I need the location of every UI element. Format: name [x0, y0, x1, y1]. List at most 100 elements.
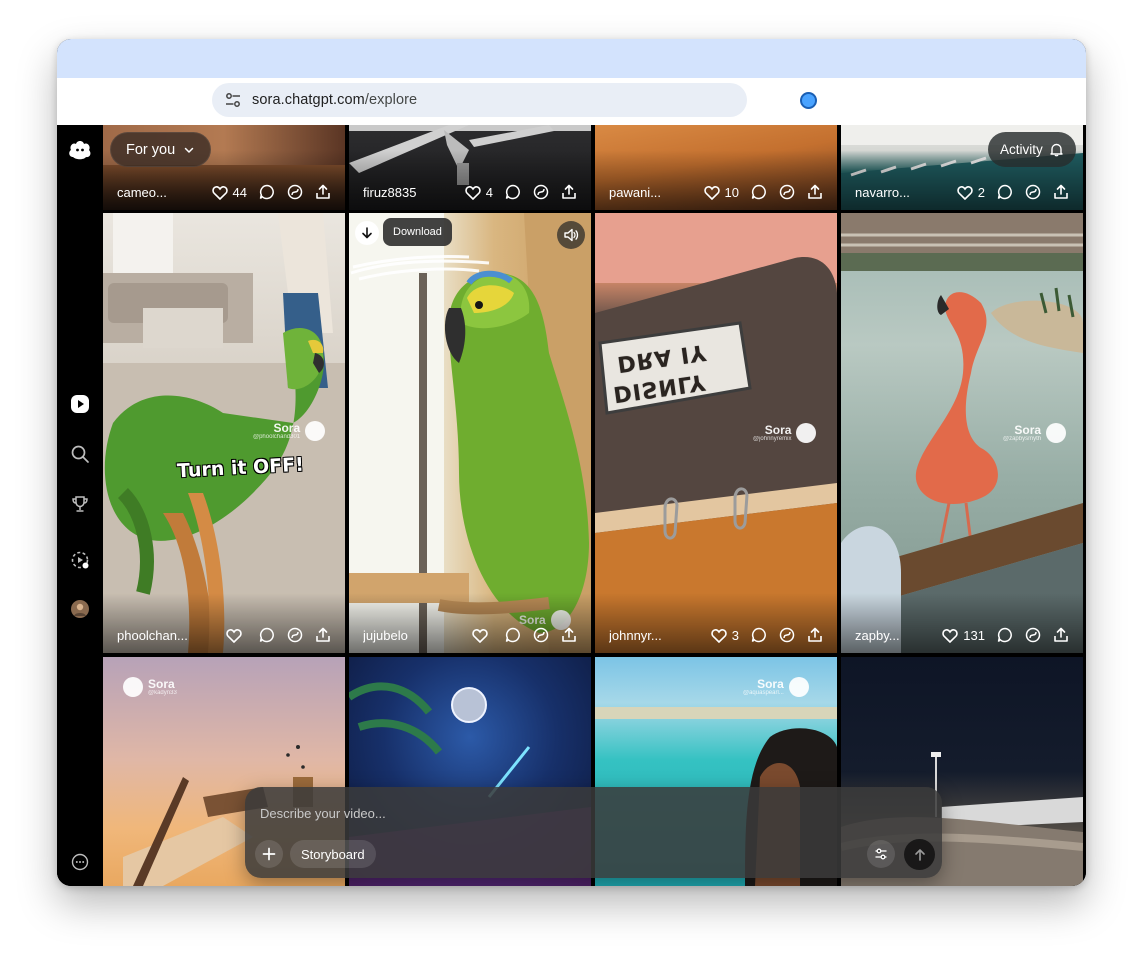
more-icon[interactable] — [68, 850, 92, 874]
share-button[interactable] — [315, 184, 331, 200]
heart-icon — [226, 628, 242, 643]
search-icon[interactable] — [68, 442, 92, 466]
sora-watermark: Sora @kadyn33 — [123, 677, 177, 697]
add-media-button[interactable] — [255, 840, 283, 868]
comment-button[interactable] — [997, 184, 1013, 200]
comment-icon — [505, 184, 520, 200]
comment-button[interactable] — [997, 627, 1013, 643]
heart-icon — [472, 628, 488, 643]
activity-button[interactable]: Activity — [988, 132, 1076, 167]
avatar[interactable] — [68, 597, 92, 621]
download-icon — [362, 227, 372, 239]
comment-icon — [505, 627, 520, 643]
share-icon — [316, 627, 330, 642]
like-button[interactable]: 2 — [957, 185, 985, 200]
tile-username[interactable]: navarro... — [855, 185, 957, 200]
url-text: sora.chatgpt.com/explore — [252, 92, 417, 108]
download-icon-button[interactable] — [355, 221, 379, 245]
storyboard-button[interactable]: Storyboard — [290, 840, 376, 868]
speaker-icon — [564, 228, 579, 242]
heart-icon — [703, 185, 720, 200]
share-button[interactable] — [807, 184, 823, 200]
browser-toolbar: sora.chatgpt.com/explore — [57, 78, 1086, 125]
comment-button[interactable] — [751, 184, 767, 200]
send-button[interactable] — [904, 839, 935, 870]
trophy-icon[interactable] — [68, 492, 92, 516]
comment-icon — [997, 627, 1012, 643]
comment-button[interactable] — [259, 184, 275, 200]
bell-icon — [1050, 143, 1063, 157]
remix-button[interactable] — [779, 627, 795, 643]
watermark-handle: @johnnyremix — [753, 436, 792, 442]
comment-icon — [997, 184, 1012, 200]
video-tile[interactable]: firuz8835 4 — [349, 125, 591, 210]
heart-icon — [957, 185, 973, 200]
share-icon — [1054, 184, 1068, 199]
like-button[interactable] — [472, 628, 493, 643]
explore-play-icon[interactable] — [68, 392, 92, 416]
remix-button[interactable] — [779, 184, 795, 200]
prompt-composer: Describe your video... Storyboard — [245, 787, 942, 878]
like-button[interactable]: 10 — [703, 184, 739, 200]
tile-username[interactable]: cameo... — [117, 185, 212, 200]
extension-icon[interactable] — [800, 92, 817, 109]
comment-button[interactable] — [505, 627, 521, 643]
mute-toggle[interactable] — [557, 221, 585, 249]
like-count: 2 — [977, 184, 985, 200]
like-button[interactable]: 3 — [711, 628, 739, 643]
video-tile[interactable]: Turn it OFF! Sora @phoolchand301 phoolcha… — [103, 213, 345, 653]
tile-meta: firuz8835 4 — [349, 174, 591, 210]
video-tile[interactable]: Sora @zapbysmyth zapby... 131 — [841, 213, 1083, 653]
share-button[interactable] — [561, 184, 577, 200]
tile-username[interactable]: pawani... — [609, 185, 704, 200]
share-button[interactable] — [1053, 184, 1069, 200]
tile-username[interactable]: firuz8835 — [363, 185, 465, 200]
like-button[interactable]: 44 — [211, 185, 247, 200]
like-button[interactable]: 4 — [465, 185, 493, 200]
heart-icon — [711, 628, 727, 643]
comment-icon — [751, 184, 766, 200]
remix-button[interactable] — [1025, 627, 1041, 643]
comment-button[interactable] — [505, 184, 521, 200]
tile-meta: pawani... 10 — [595, 174, 837, 210]
remix-icon — [533, 627, 549, 643]
comment-button[interactable] — [259, 627, 275, 643]
remix-button[interactable] — [287, 627, 303, 643]
like-button[interactable]: 131 — [942, 628, 985, 643]
share-button[interactable] — [1053, 627, 1069, 643]
like-count: 10 — [724, 184, 739, 200]
comment-button[interactable] — [751, 627, 767, 643]
remix-button[interactable] — [533, 627, 549, 643]
share-button[interactable] — [315, 627, 331, 643]
address-bar[interactable]: sora.chatgpt.com/explore — [212, 83, 747, 117]
tile-username[interactable]: johnnyr... — [609, 628, 711, 643]
like-count: 4 — [485, 184, 493, 200]
share-button[interactable] — [561, 627, 577, 643]
remix-button[interactable] — [287, 184, 303, 200]
remix-button[interactable] — [533, 184, 549, 200]
remix-icon — [1025, 627, 1041, 643]
heart-icon — [211, 185, 228, 200]
video-tile[interactable]: Download Sora jujubelo — [349, 213, 591, 653]
prompt-input[interactable]: Describe your video... — [260, 806, 386, 821]
video-tile[interactable]: DISNLY DRA IY Sora @johnnyremix johnnyr..… — [595, 213, 837, 653]
site-settings-icon[interactable] — [224, 91, 242, 109]
like-button[interactable] — [226, 628, 247, 643]
generation-settings-button[interactable] — [867, 840, 895, 868]
like-count: 3 — [731, 627, 739, 643]
drafts-spinner-icon[interactable] — [68, 548, 92, 572]
share-icon — [562, 627, 576, 642]
feed-selector-dropdown[interactable]: For you — [110, 132, 212, 167]
tile-username[interactable]: phoolchan... — [117, 628, 226, 643]
watermark-brand: Sora — [273, 421, 301, 435]
tile-meta: jujubelo — [349, 617, 591, 653]
share-button[interactable] — [807, 627, 823, 643]
video-tile[interactable]: pawani... 10 — [595, 125, 837, 210]
share-icon — [808, 627, 822, 642]
tile-username[interactable]: jujubelo — [363, 628, 472, 643]
browser-tab-strip — [57, 39, 1086, 78]
sora-logo-icon[interactable] — [68, 138, 92, 162]
remix-button[interactable] — [1025, 184, 1041, 200]
tile-username[interactable]: zapby... — [855, 628, 942, 643]
sora-watermark: Sora @aquaspearl... — [743, 677, 809, 697]
